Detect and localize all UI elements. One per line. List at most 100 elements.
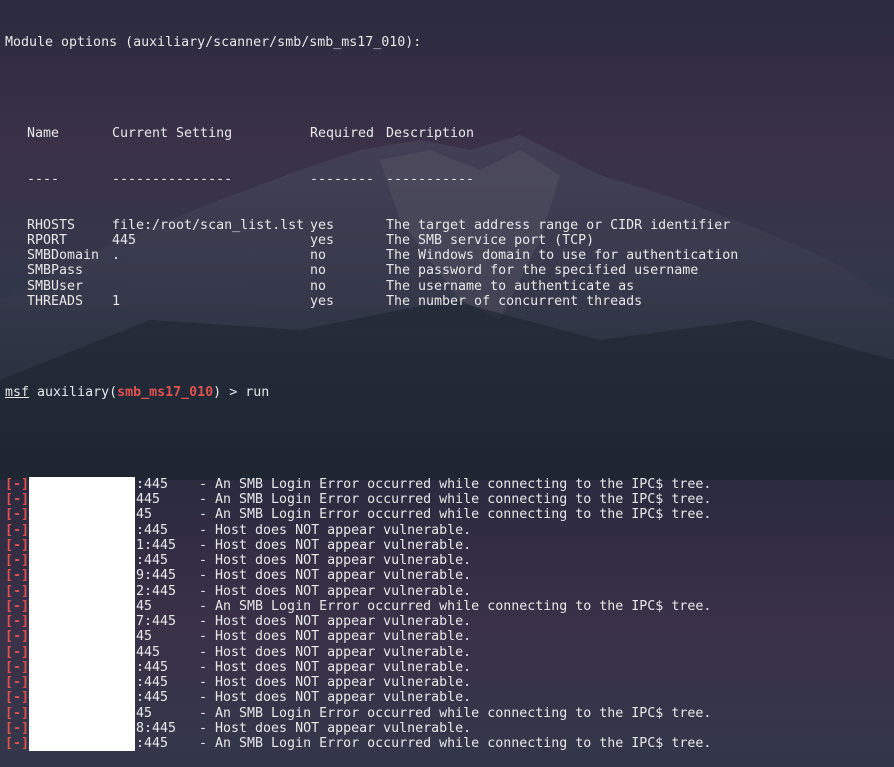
host-address: :445	[29, 736, 199, 752]
error-tag: [-]	[5, 705, 30, 721]
col-required-header: Required	[310, 126, 375, 141]
option-name: SMBDomain	[27, 248, 100, 263]
log-message: - An SMB Login Error occurred while conn…	[199, 705, 712, 721]
host-address: :445	[29, 553, 199, 569]
host-address: :445	[29, 659, 199, 675]
command-prompt[interactable]: msf auxiliary(smb_ms17_010) > run	[5, 385, 894, 400]
error-tag: [-]	[5, 492, 30, 507]
redaction-box	[29, 720, 135, 736]
log-line: [-] 445 - An SMB Login Error occurred whil…	[5, 492, 894, 508]
option-setting: 1	[112, 293, 121, 309]
log-message: - Host does NOT appear vulnerable.	[199, 720, 472, 736]
error-tag: [-]	[5, 690, 30, 706]
error-tag: [-]	[5, 659, 30, 675]
host-address: 1:445	[29, 537, 199, 553]
module-options-header: Module options (auxiliary/scanner/smb/sm…	[5, 34, 422, 50]
log-message: - Host does NOT appear vulnerable.	[199, 522, 472, 538]
host-port: 45	[136, 629, 153, 645]
log-line: [-] 1:445 - Host does NOT appear vulnerabl…	[5, 537, 894, 553]
option-description: The target address range or CIDR identif…	[386, 217, 731, 233]
log-message: - Host does NOT appear vulnerable.	[199, 675, 472, 690]
redaction-box	[29, 492, 135, 508]
option-setting: file:/root/scan_list.lst	[112, 217, 305, 233]
host-address: 7:445	[29, 614, 199, 630]
log-line: [-] :445 - Host does NOT appear vulnerable…	[5, 675, 894, 691]
redaction-box	[29, 476, 135, 492]
msf-prompt: msf	[5, 385, 30, 401]
host-address: :445	[29, 690, 199, 706]
host-address: 2:445	[29, 583, 199, 599]
log-line: [-] 445 - Host does NOT appear vulnerable.	[5, 644, 894, 660]
log-message: - Host does NOT appear vulnerable.	[199, 644, 472, 660]
host-port: 45	[136, 507, 153, 523]
table-row: SMBUser no The username to authenticate as	[5, 279, 894, 294]
redaction-box	[29, 522, 135, 538]
log-message: - Host does NOT appear vulnerable.	[199, 629, 472, 645]
redaction-box	[29, 659, 135, 675]
host-address: :445	[29, 675, 199, 691]
host-port: :445	[136, 522, 169, 538]
log-line: [-]:445 - Host does NOT appear vulnerable…	[5, 690, 894, 706]
error-tag: [-]	[5, 736, 30, 751]
prompt-command: run	[245, 385, 270, 401]
redaction-box	[29, 614, 135, 630]
host-port: :445	[136, 476, 169, 492]
host-address: 445	[29, 644, 199, 660]
host-address: :445	[29, 476, 199, 492]
log-message: - Host does NOT appear vulnerable.	[199, 568, 472, 584]
log-line: [-] :445 - Host does NOT appear vulnerable…	[5, 659, 894, 675]
option-description: The password for the specified username	[386, 263, 699, 279]
log-line: [-] 45 - An SMB Login Error occurred while…	[5, 507, 894, 523]
redaction-box	[29, 736, 135, 752]
redaction-box	[29, 675, 135, 691]
log-message: - An SMB Login Error occurred while conn…	[199, 507, 712, 523]
error-tag: [-]	[5, 644, 30, 660]
col-description-header: Description	[386, 126, 475, 141]
col-setting-header: Current Setting	[112, 126, 233, 141]
host-address: 45	[29, 507, 199, 523]
terminal[interactable]: Module options (auxiliary/scanner/smb/sm…	[5, 4, 894, 752]
option-required: no	[310, 248, 327, 263]
error-tag: [-]	[5, 614, 30, 629]
option-description: The SMB service port (TCP)	[386, 232, 595, 248]
error-tag: [-]	[5, 476, 30, 492]
host-port: 7:445	[136, 614, 177, 629]
log-line: [-]:445 - An SMB Login Error occurred whi…	[5, 476, 894, 492]
redaction-box	[29, 568, 135, 584]
redaction-box	[29, 644, 135, 660]
error-tag: [-]	[5, 675, 30, 690]
prompt-arrow: >	[221, 385, 246, 401]
host-port: 45	[136, 705, 153, 721]
redaction-box	[29, 583, 135, 599]
table-row: RPORT 445 yes The SMB service port (TCP)	[5, 233, 894, 248]
host-address: 45	[29, 629, 199, 645]
log-message: - Host does NOT appear vulnerable.	[199, 659, 472, 675]
option-description: The Windows domain to use for authentica…	[386, 248, 739, 263]
host-port: :445	[136, 675, 169, 690]
table-header: Name Current Setting Required Descriptio…	[5, 126, 894, 141]
host-port: 445	[136, 492, 161, 507]
option-name: RPORT	[27, 232, 68, 248]
prompt-module: smb_ms17_010	[117, 385, 214, 401]
host-port: 445	[136, 644, 161, 660]
log-line: [-] 8:445 - Host does NOT appear vulnerabl…	[5, 720, 894, 736]
host-port: 1:445	[136, 537, 177, 553]
option-name: THREADS	[27, 293, 84, 309]
option-required: yes	[310, 232, 335, 248]
log-message: - An SMB Login Error occurred while conn…	[199, 736, 712, 751]
error-tag: [-]	[5, 522, 30, 538]
option-description: The username to authenticate as	[386, 278, 635, 294]
table-row: RHOSTS file:/root/scan_list.lst yes The tar…	[5, 218, 894, 233]
option-required: yes	[310, 217, 335, 233]
underline-required: --------	[310, 171, 375, 187]
error-tag: [-]	[5, 568, 30, 584]
log-line: [-] 7:445 - Host does NOT appear vulnerabl…	[5, 614, 894, 630]
log-message: - Host does NOT appear vulnerable.	[199, 614, 472, 629]
prompt-close: )	[213, 385, 222, 401]
host-port: :445	[136, 659, 169, 675]
option-setting	[112, 263, 310, 278]
option-name: RHOSTS	[27, 217, 76, 233]
log-line: [-]:445 - Host does NOT appear vulnerable…	[5, 553, 894, 569]
option-required: yes	[310, 293, 335, 309]
option-name: SMBPass	[27, 263, 84, 279]
